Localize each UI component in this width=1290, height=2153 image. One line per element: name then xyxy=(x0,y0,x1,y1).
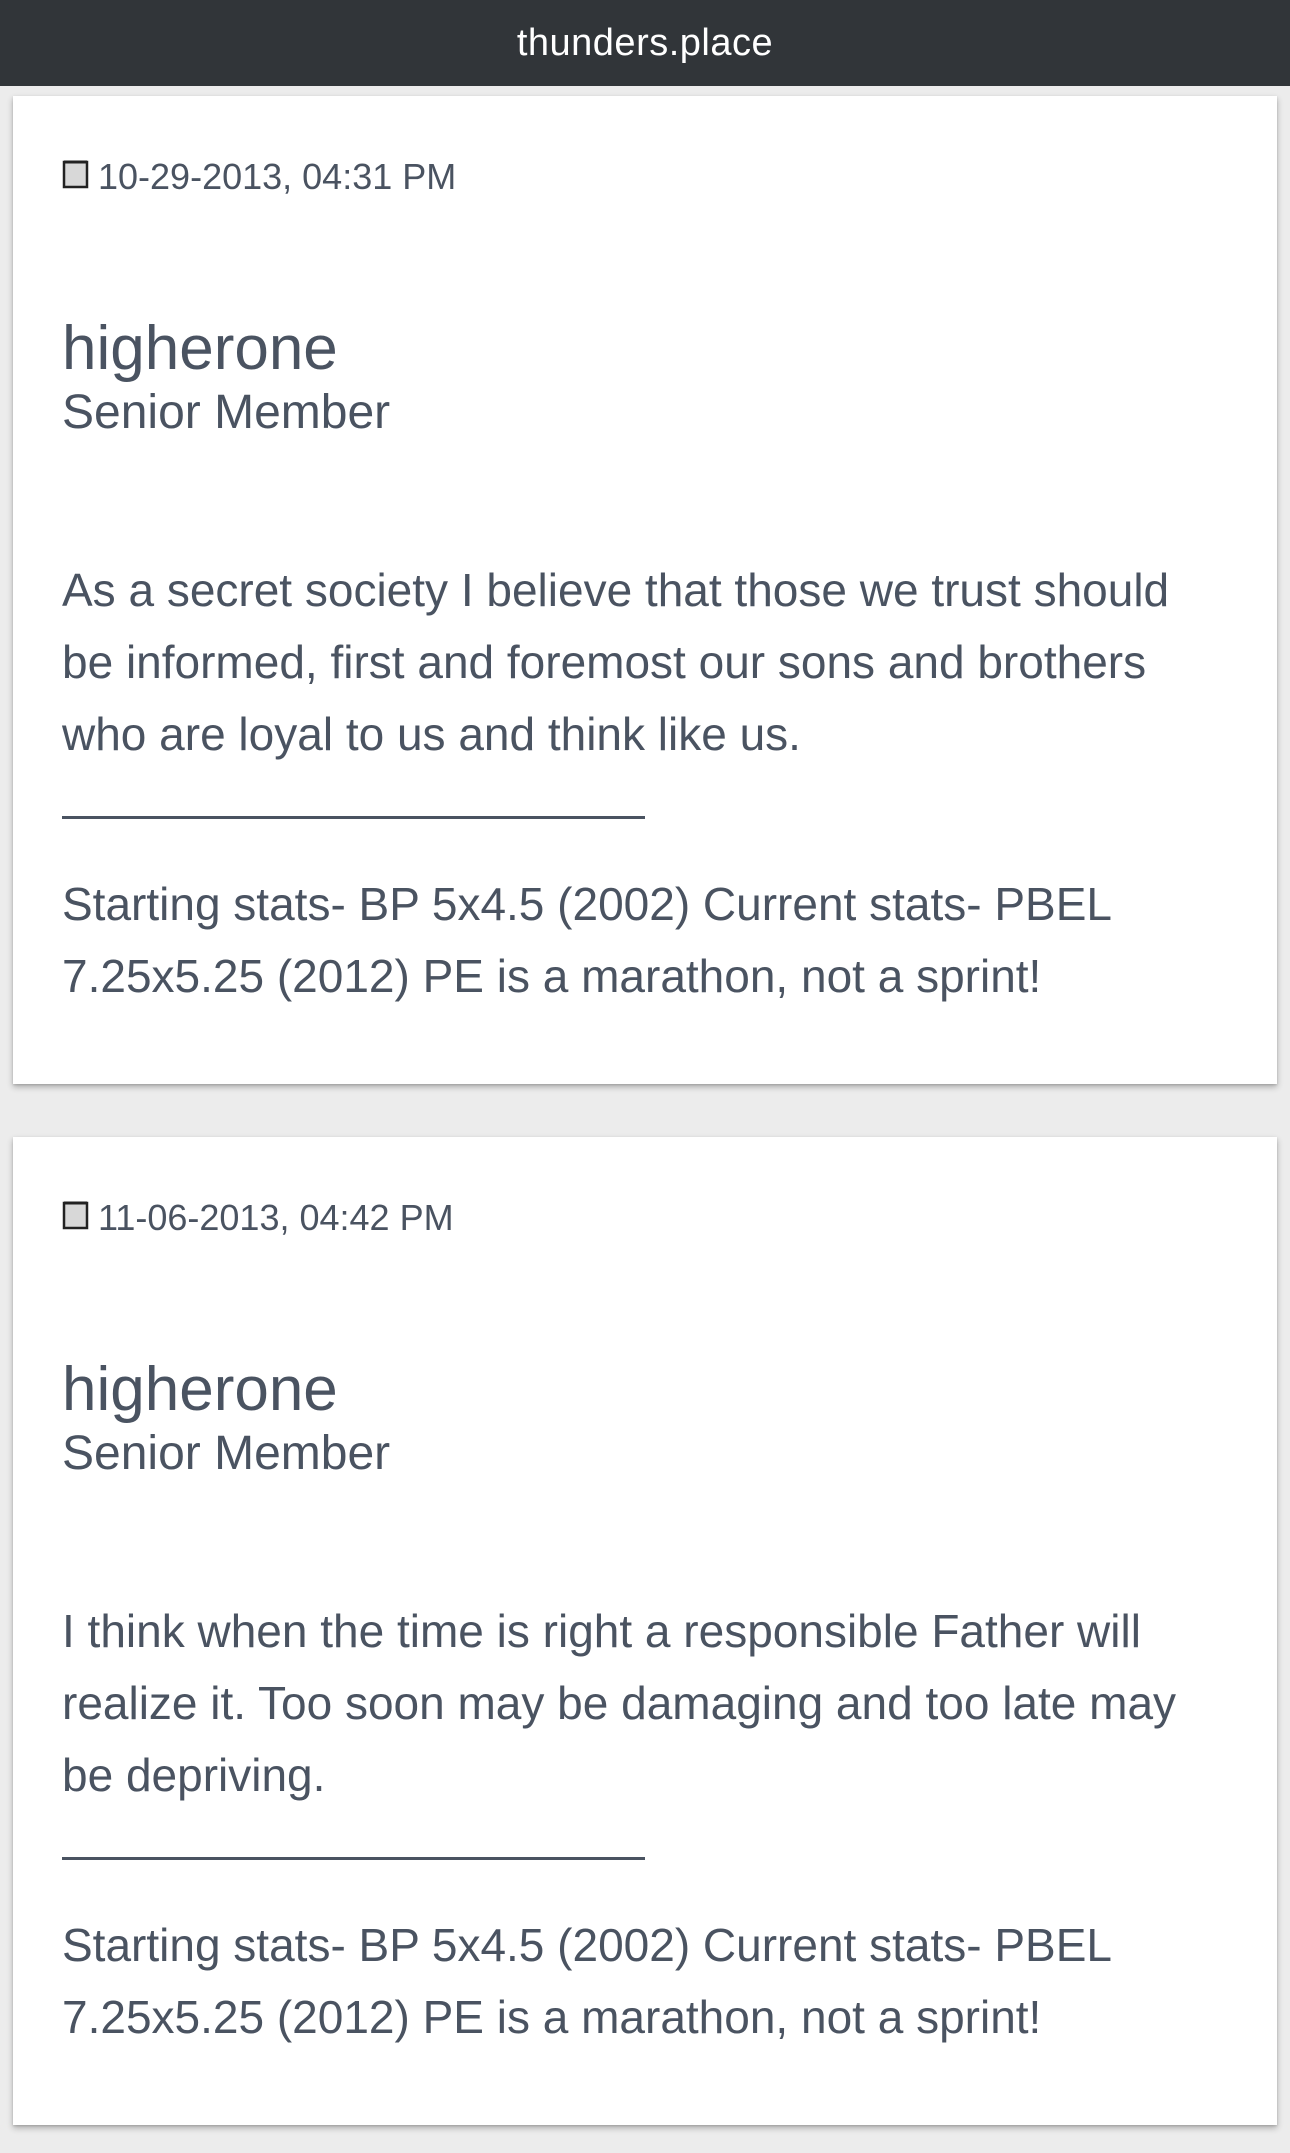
author-name[interactable]: higherone xyxy=(62,1355,390,1425)
author-rank: Senior Member xyxy=(62,386,391,439)
post-date: 10-29-2013, 04:31 PM xyxy=(98,156,457,197)
post-message: I think when the time is right a respons… xyxy=(62,1605,1177,1801)
post-author-block: higherone Senior Member xyxy=(62,1355,390,1483)
post-document-icon xyxy=(62,160,89,189)
forum-post: 10-29-2013, 04:31 PM higherone Senior Me… xyxy=(13,96,1277,1084)
post-author-block: higherone Senior Member xyxy=(62,314,390,442)
site-title[interactable]: thunders.place xyxy=(517,22,773,65)
author-rank: Senior Member xyxy=(62,1427,391,1480)
post-date: 11-06-2013, 04:42 PM xyxy=(98,1197,454,1238)
signature-divider xyxy=(62,816,645,819)
signature-divider xyxy=(62,1857,645,1860)
post-signature: Starting stats- BP 5x4.5 (2002) Current … xyxy=(62,878,1111,1002)
browser-address-bar[interactable]: thunders.place xyxy=(0,0,1290,86)
post-message: As a secret society I believe that those… xyxy=(62,564,1170,760)
post-signature: Starting stats- BP 5x4.5 (2002) Current … xyxy=(62,1919,1111,2043)
forum-post: 11-06-2013, 04:42 PM higherone Senior Me… xyxy=(13,1137,1277,2125)
post-dateline: 10-29-2013, 04:31 PM xyxy=(62,156,456,198)
post-document-icon xyxy=(62,1201,89,1230)
author-name[interactable]: higherone xyxy=(62,314,390,384)
post-dateline: 11-06-2013, 04:42 PM xyxy=(62,1197,454,1239)
